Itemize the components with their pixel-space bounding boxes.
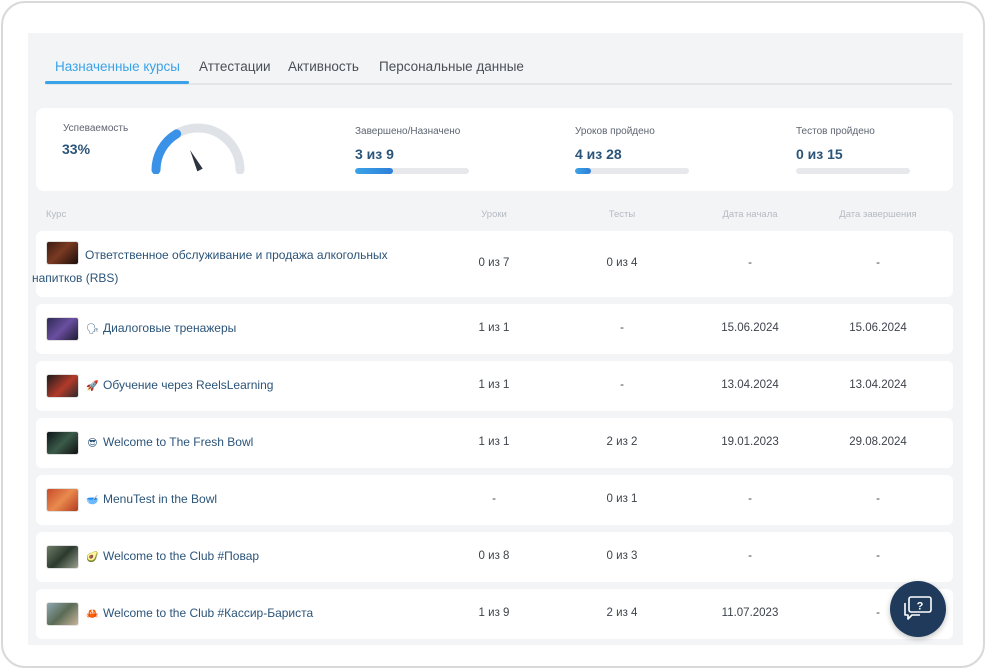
table-header: Курс Уроки Тесты Дата начала Дата заверш… <box>36 209 953 225</box>
stats-card: Успеваемость 33% Завершено/Назначено 3 и… <box>36 108 953 191</box>
lessons-cell: 0 из 8 <box>478 550 510 562</box>
end-date-cell: - <box>876 257 880 269</box>
header-start-date: Дата начала <box>722 209 778 220</box>
gauge-icon <box>151 123 245 174</box>
course-emoji-icon: 🚀 <box>86 381 99 392</box>
lessons-value: 4 из 28 <box>575 146 622 162</box>
header-tests: Тесты <box>608 209 636 220</box>
end-date-cell: - <box>876 493 880 505</box>
course-title-text: Welcome to the Club #Кассир-Бариста <box>103 606 314 620</box>
tests-cell: 2 из 2 <box>606 436 638 448</box>
table-row[interactable]: 🗣 Диалоговые тренажеры 1 из 1 - 15.06.202… <box>36 304 953 354</box>
tests-cell: 2 из 4 <box>606 607 638 619</box>
lessons-cell: 1 из 1 <box>478 436 510 448</box>
tab-activity[interactable]: Активность <box>288 59 359 74</box>
course-title-text: Welcome to the Club #Повар <box>103 549 260 563</box>
tests-cell: 0 из 3 <box>606 550 638 562</box>
lessons-progress-bar <box>575 168 689 174</box>
lessons-cell: 1 из 9 <box>478 607 510 619</box>
course-title[interactable]: 😎 Welcome to The Fresh Bowl <box>86 431 253 455</box>
profile-panel: Назначенные курсы Аттестации Активность … <box>28 33 963 645</box>
tests-cell: - <box>620 322 624 334</box>
tests-cell: 0 из 4 <box>606 257 638 269</box>
lessons-cell: 1 из 1 <box>478 322 510 334</box>
lessons-progress-fill <box>575 168 591 174</box>
start-date-cell: - <box>748 257 752 269</box>
completed-progress-fill <box>355 168 393 174</box>
end-date-cell: 15.06.2024 <box>849 322 907 334</box>
svg-text:?: ? <box>917 601 924 613</box>
course-title[interactable]: 🥣 MenuTest in the Bowl <box>86 488 217 512</box>
table-row[interactable]: 🦀 Welcome to the Club #Кассир-Бариста 1 и… <box>36 589 953 639</box>
tab-bar: Назначенные курсы Аттестации Активность … <box>45 55 952 85</box>
support-chat-button[interactable]: ? <box>890 581 946 637</box>
course-title[interactable]: 🗣 Диалоговые тренажеры <box>86 317 236 341</box>
chat-question-icon: ? <box>904 596 932 620</box>
course-title[interactable]: 🦀 Welcome to the Club #Кассир-Бариста <box>86 602 313 626</box>
course-title-text: MenuTest in the Bowl <box>103 492 218 506</box>
course-thumbnail <box>46 602 79 626</box>
course-thumbnail <box>46 431 79 455</box>
end-date-cell: 29.08.2024 <box>849 436 907 448</box>
active-tab-indicator <box>45 81 189 84</box>
table-row[interactable]: 🥑 Welcome to the Club #Повар 0 из 8 0 из … <box>36 532 953 582</box>
app-frame: Назначенные курсы Аттестации Активность … <box>1 1 985 668</box>
tab-assigned-courses[interactable]: Назначенные курсы <box>55 59 180 74</box>
course-emoji-icon: 😎 <box>87 438 98 449</box>
success-value: 33% <box>62 141 91 157</box>
course-emoji-icon: 🦀 <box>86 609 99 620</box>
tests-cell: - <box>620 379 624 391</box>
course-title-text: Ответственное обслуживание и продажа алк… <box>32 248 388 285</box>
course-title-text: Обучение через ReelsLearning <box>103 378 274 392</box>
end-date-cell: - <box>876 550 880 562</box>
course-title[interactable]: 🥑 Welcome to the Club #Повар <box>86 545 259 569</box>
success-label: Успеваемость <box>63 123 129 134</box>
tests-cell: 0 из 1 <box>606 493 638 505</box>
course-thumbnail <box>46 374 79 398</box>
tab-personal-data[interactable]: Персональные данные <box>379 59 524 74</box>
header-lessons: Уроки <box>481 209 507 220</box>
lessons-label: Уроков пройдено <box>575 126 655 137</box>
header-course: Курс <box>46 209 67 220</box>
table-row[interactable]: Ответственное обслуживание и продажа алк… <box>32 231 953 297</box>
course-title[interactable]: Ответственное обслуживание и продажа алк… <box>32 244 402 290</box>
end-date-cell: - <box>876 607 880 619</box>
start-date-cell: 15.06.2024 <box>721 322 779 334</box>
start-date-cell: - <box>748 493 752 505</box>
start-date-cell: 19.01.2023 <box>721 436 779 448</box>
course-thumbnail <box>46 545 79 569</box>
tab-attestations[interactable]: Аттестации <box>199 59 271 74</box>
table-row[interactable]: 🥣 MenuTest in the Bowl - 0 из 1 - - <box>36 475 953 525</box>
course-title-text: Диалоговые тренажеры <box>103 321 237 335</box>
tests-value: 0 из 15 <box>796 146 843 162</box>
start-date-cell: 13.04.2024 <box>721 379 779 391</box>
course-emoji-icon: 🗣 <box>86 324 99 335</box>
header-end-date: Дата завершения <box>839 209 917 220</box>
completed-progress-bar <box>355 168 469 174</box>
start-date-cell: - <box>748 550 752 562</box>
lessons-cell: 0 из 7 <box>478 257 510 269</box>
course-emoji-icon: 🥣 <box>86 495 99 506</box>
lessons-cell: 1 из 1 <box>478 379 510 391</box>
table-row[interactable]: 🚀 Обучение через ReelsLearning 1 из 1 - 1… <box>36 361 953 411</box>
lessons-cell: - <box>492 493 496 505</box>
tests-progress-bar <box>796 168 910 174</box>
start-date-cell: 11.07.2023 <box>721 607 779 619</box>
course-thumbnail <box>46 488 79 512</box>
course-thumbnail <box>46 317 79 341</box>
course-title-text: Welcome to The Fresh Bowl <box>103 435 254 449</box>
completed-label: Завершено/Назначено <box>355 126 461 137</box>
course-emoji-icon: 🥑 <box>86 552 99 563</box>
course-title[interactable]: 🚀 Обучение через ReelsLearning <box>86 374 273 398</box>
end-date-cell: 13.04.2024 <box>849 379 907 391</box>
table-row[interactable]: 😎 Welcome to The Fresh Bowl 1 из 1 2 из 2… <box>36 418 953 468</box>
tests-label: Тестов пройдено <box>796 126 875 137</box>
completed-value: 3 из 9 <box>355 146 394 162</box>
